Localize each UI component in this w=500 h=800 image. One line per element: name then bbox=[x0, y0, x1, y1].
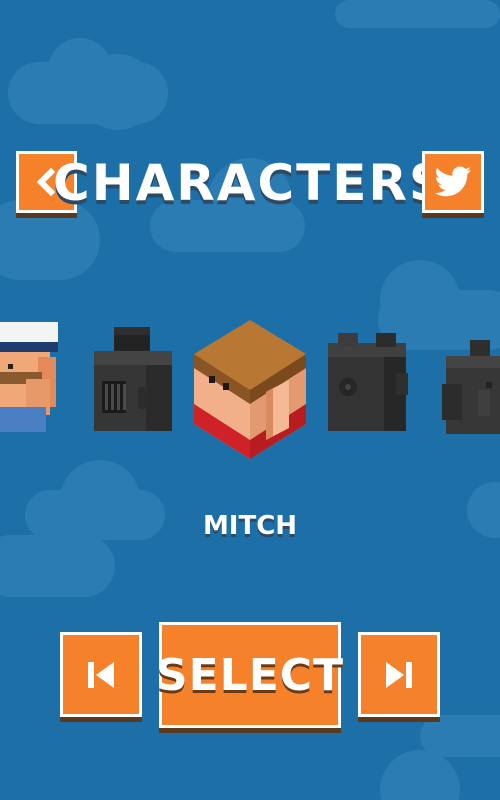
character-elephant[interactable] bbox=[442, 340, 500, 436]
skip-next-icon bbox=[386, 661, 412, 688]
character-knight-helmet[interactable] bbox=[94, 327, 174, 435]
character-sailor[interactable] bbox=[0, 322, 60, 437]
skip-previous-icon bbox=[88, 661, 114, 688]
character-cyclops[interactable] bbox=[328, 333, 408, 435]
selected-character-name: MITCH bbox=[202, 511, 298, 541]
next-character-button[interactable] bbox=[358, 632, 440, 717]
mitch-eye-right bbox=[223, 383, 229, 390]
select-button[interactable]: SELECT bbox=[155, 622, 345, 728]
mitch-eye-left bbox=[209, 376, 215, 383]
twitter-bird-icon bbox=[434, 166, 471, 197]
page-title: CHARACTERS bbox=[53, 154, 447, 212]
previous-character-button[interactable] bbox=[60, 632, 142, 717]
character-mitch[interactable] bbox=[193, 320, 307, 462]
select-button-label: SELECT bbox=[155, 649, 345, 701]
twitter-share-button[interactable] bbox=[422, 151, 484, 213]
